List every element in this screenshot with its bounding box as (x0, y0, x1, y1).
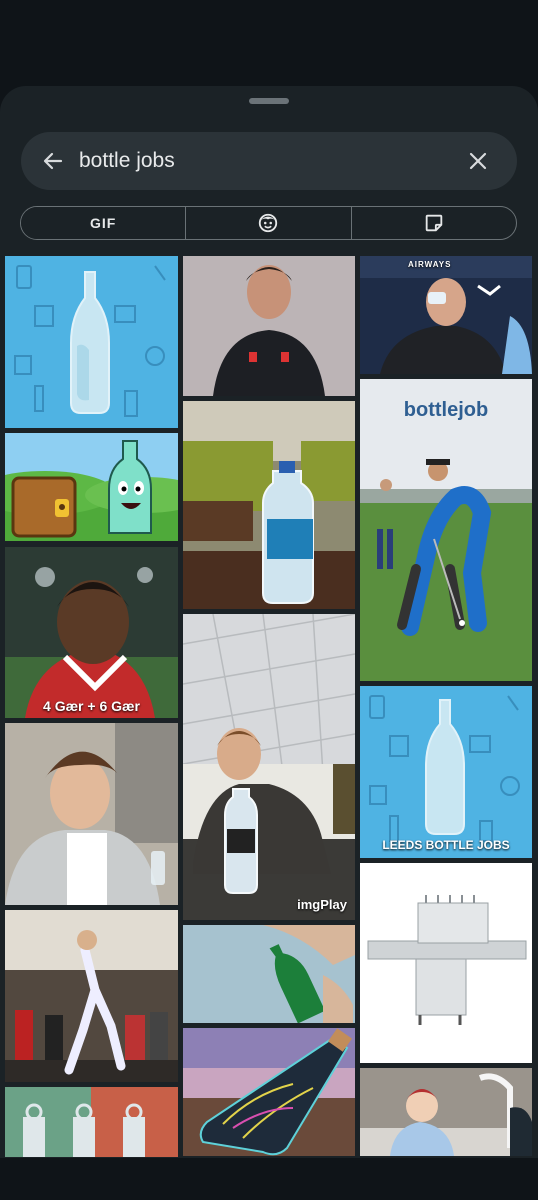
gif-result[interactable] (183, 925, 355, 1023)
bottom-edge (0, 1158, 538, 1200)
gif-result[interactable]: AIRWAYS (360, 256, 532, 374)
gif-label: LEEDS BOTTLE JOBS (382, 838, 510, 852)
gif-result[interactable] (5, 723, 178, 905)
emoji-face-icon (259, 213, 278, 233)
gif-result[interactable] (360, 1068, 532, 1156)
gif-result[interactable] (5, 910, 178, 1082)
gif-result[interactable]: 4 Gær + 6 Gær (5, 547, 178, 718)
gif-label: 4 Gær + 6 Gær (43, 698, 140, 714)
gif-picker-sheet: GIF (0, 86, 538, 1200)
search-bar (21, 132, 517, 190)
gif-results-grid: 4 Gær + 6 Gær imgPlay AIRWAYS bottlejob … (0, 256, 538, 1200)
gif-result[interactable] (5, 1087, 178, 1157)
type-tabs: GIF (20, 206, 517, 240)
gif-watermark: imgPlay (297, 897, 347, 912)
arrow-left-icon[interactable] (41, 149, 65, 173)
drag-handle[interactable] (249, 98, 289, 104)
search-input[interactable] (79, 144, 439, 178)
gif-result[interactable] (5, 256, 178, 428)
tab-emoji[interactable] (185, 207, 350, 239)
tab-sticker[interactable] (350, 207, 516, 239)
gif-icon: GIF (89, 215, 117, 231)
close-icon[interactable] (466, 149, 490, 173)
gif-result[interactable] (360, 863, 532, 1063)
sticker-icon (425, 214, 443, 232)
gif-result[interactable] (5, 433, 178, 541)
gif-label: AIRWAYS (408, 260, 452, 269)
gif-label: bottlejob (403, 399, 489, 421)
gif-result[interactable]: imgPlay (183, 614, 355, 920)
tab-gif[interactable]: GIF (21, 207, 186, 239)
gif-result[interactable] (183, 256, 355, 396)
gif-result[interactable] (183, 401, 355, 609)
gif-result[interactable] (183, 1028, 355, 1156)
gif-result[interactable]: bottlejob (360, 379, 532, 681)
gif-result[interactable]: LEEDS BOTTLE JOBS (360, 686, 532, 858)
